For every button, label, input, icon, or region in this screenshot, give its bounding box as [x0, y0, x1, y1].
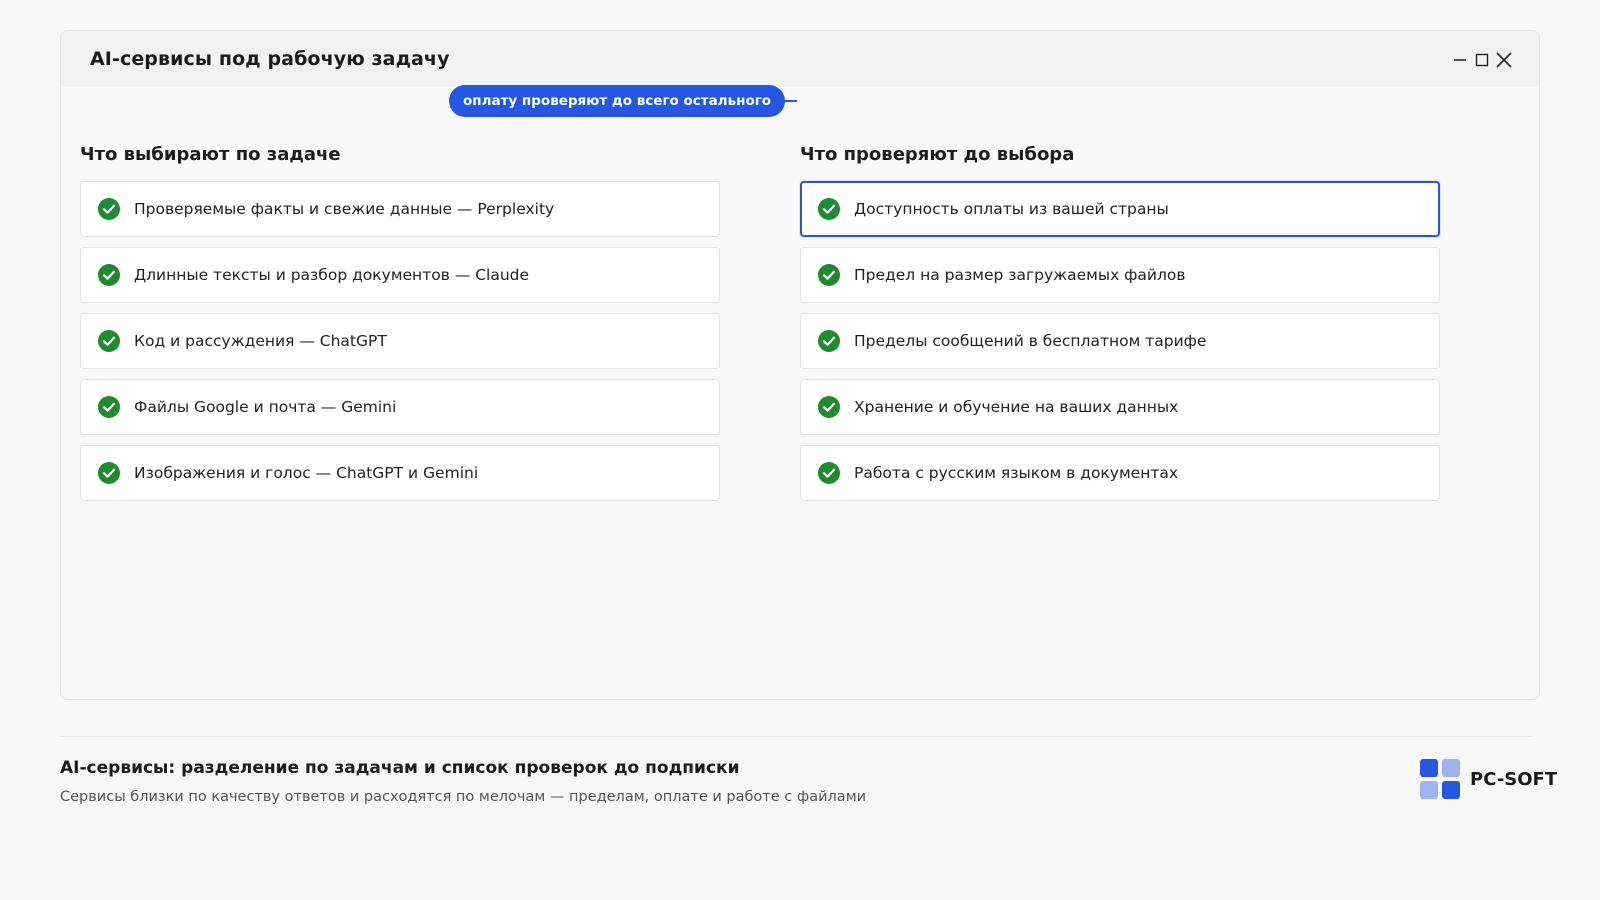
window-title: AI-сервисы под рабочую задачу: [90, 48, 450, 70]
left-item-label: Код и рассуждения — ChatGPT: [134, 332, 387, 350]
left-item-label: Проверяемые факты и свежие данные — Perp…: [134, 200, 555, 218]
right-item-label: Пределы сообщений в бесплатном тарифе: [854, 332, 1207, 350]
check-circle-icon: [818, 396, 840, 418]
logo-square: [1420, 781, 1438, 799]
footer-divider: [60, 736, 1532, 737]
left-list-item[interactable]: Проверяемые факты и свежие данные — Perp…: [80, 181, 720, 237]
check-circle-icon: [818, 264, 840, 286]
left-item-label: Изображения и голос — ChatGPT и Gemini: [134, 464, 479, 482]
callout-connector: [778, 100, 797, 102]
footer-subtitle: Сервисы близки по качеству ответов и рас…: [60, 789, 867, 805]
callout-badge: оплату проверяют до всего остального: [449, 85, 786, 117]
check-circle-icon: [98, 462, 120, 484]
task-column: Что выбирают по задаче Проверяемые факты…: [80, 141, 720, 511]
left-item-label: Длинные тексты и разбор документов — Cla…: [134, 266, 530, 284]
footer-title: AI-сервисы: разделение по задачам и спис…: [60, 758, 740, 778]
check-circle-icon: [818, 330, 840, 352]
maximize-icon[interactable]: [1471, 49, 1493, 71]
app-window: AI-сервисы под рабочую задачу Что выбира…: [60, 30, 1540, 700]
task-list: Проверяемые факты и свежие данные — Perp…: [80, 181, 720, 501]
left-list-item[interactable]: Изображения и голос — ChatGPT и Gemini: [80, 445, 720, 501]
brand-name: PC-SOFT: [1470, 768, 1558, 790]
check-circle-icon: [98, 264, 120, 286]
checks-column-heading: Что проверяют до выбора: [800, 144, 1075, 165]
left-list-item[interactable]: Код и рассуждения — ChatGPT: [80, 313, 720, 369]
check-circle-icon: [98, 198, 120, 220]
brand-logo: PC-SOFT: [1420, 759, 1557, 799]
right-list-item[interactable]: Доступность оплаты из вашей страны: [800, 181, 1440, 237]
right-list-item[interactable]: Пределы сообщений в бесплатном тарифе: [800, 313, 1440, 369]
right-item-label: Предел на размер загружаемых файлов: [854, 266, 1186, 284]
right-list-item[interactable]: Хранение и обучение на ваших данных: [800, 379, 1440, 435]
logo-mark-icon: [1420, 759, 1460, 799]
close-icon[interactable]: [1493, 49, 1515, 71]
check-circle-icon: [818, 462, 840, 484]
logo-square: [1420, 759, 1438, 777]
check-circle-icon: [98, 396, 120, 418]
left-item-label: Файлы Google и почта — Gemini: [134, 398, 397, 416]
logo-square: [1442, 759, 1460, 777]
title-bar: AI-сервисы под рабочую задачу: [61, 31, 1539, 87]
window-controls: [1449, 49, 1515, 71]
right-item-label: Работа с русским языком в документах: [854, 464, 1179, 482]
task-column-heading: Что выбирают по задаче: [80, 144, 341, 165]
checks-column: Что проверяют до выбора Доступность опла…: [800, 141, 1440, 511]
right-list-item[interactable]: Работа с русским языком в документах: [800, 445, 1440, 501]
right-item-label: Хранение и обучение на ваших данных: [854, 398, 1179, 416]
checks-list: Доступность оплаты из вашей страны Предел…: [800, 181, 1440, 501]
check-circle-icon: [818, 198, 840, 220]
left-list-item[interactable]: Длинные тексты и разбор документов — Cla…: [80, 247, 720, 303]
logo-square: [1442, 781, 1460, 799]
minimize-icon[interactable]: [1449, 49, 1471, 71]
check-circle-icon: [98, 330, 120, 352]
right-list-item[interactable]: Предел на размер загружаемых файлов: [800, 247, 1440, 303]
right-item-label: Доступность оплаты из вашей страны: [854, 200, 1169, 218]
left-list-item[interactable]: Файлы Google и почта — Gemini: [80, 379, 720, 435]
